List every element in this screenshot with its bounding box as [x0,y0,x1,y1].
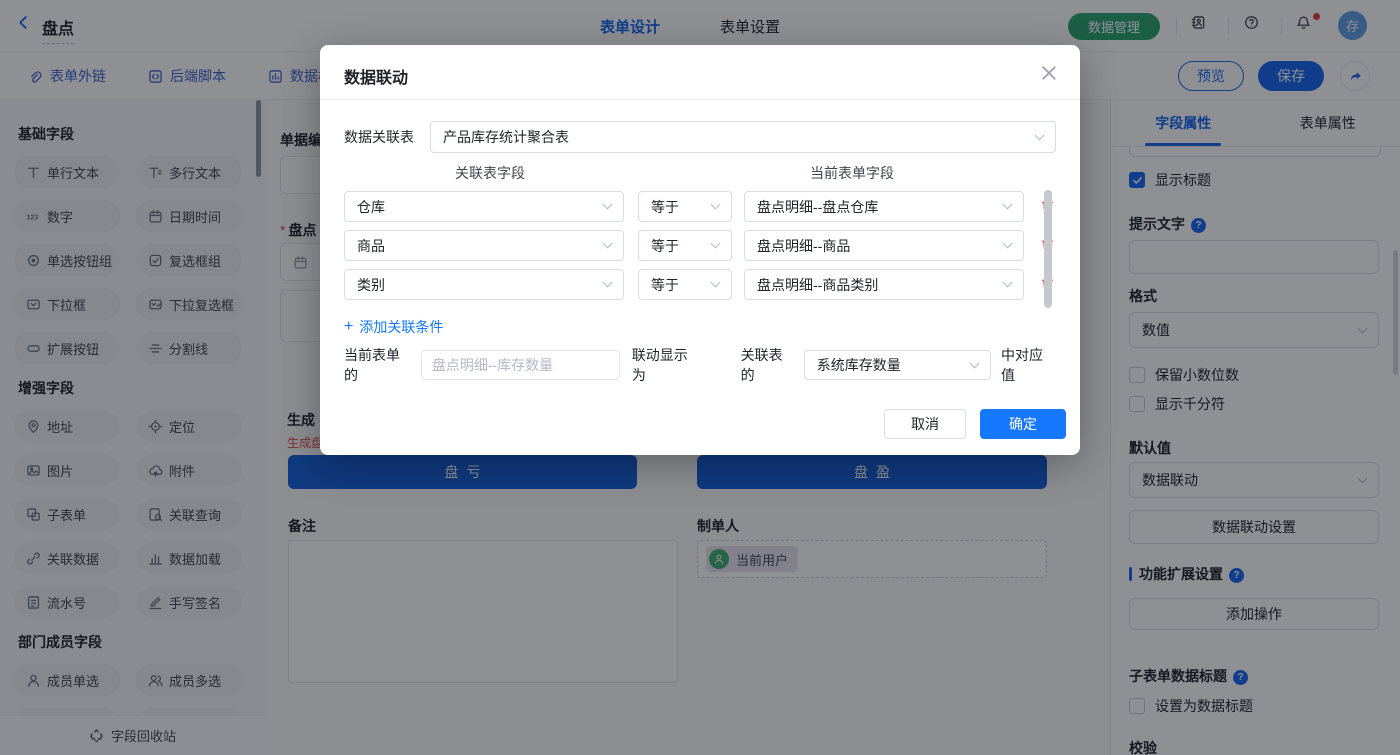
related-field-value: 系统库存数量 [817,355,901,375]
suffix-label: 中对应值 [1001,345,1056,385]
add-condition-label: 添加关联条件 [359,317,443,337]
condition-row: 商品 等于 盘点明细--商品 [344,230,1056,261]
conditions-scrollbar[interactable] [1044,190,1052,308]
condition-target-select[interactable]: 盘点明细--商品类别 [744,269,1024,300]
condition-target-value: 盘点明细--盘点仓库 [757,197,878,217]
chevron-down-icon [711,278,721,288]
condition-target-select[interactable]: 盘点明细--商品 [744,230,1024,261]
chevron-down-icon [603,278,613,288]
current-form-label: 当前表单的 [344,345,413,385]
chevron-down-icon [1003,239,1013,249]
linked-table-value: 产品库存统计聚合表 [443,127,569,147]
modal-title: 数据联动 [344,64,408,88]
related-field-select[interactable]: 系统库存数量 [804,350,991,380]
mapping-row: 当前表单的 盘点明细--库存数量 联动显示为 关联表的 系统库存数量 中对应值 [344,350,1056,380]
plus-icon: + [344,318,353,336]
chevron-down-icon [970,358,980,368]
condition-field-select[interactable]: 商品 [344,230,624,261]
condition-operator-select[interactable]: 等于 [638,269,732,300]
condition-field-select[interactable]: 仓库 [344,191,624,222]
chevron-down-icon [1035,130,1045,140]
chevron-down-icon [603,239,613,249]
condition-field-value: 商品 [357,236,385,256]
linked-table-select[interactable]: 产品库存统计聚合表 [430,121,1056,153]
close-icon[interactable] [1040,64,1058,82]
form-designer-app: 盘点 表单设计表单设置 数据管理 存 表单外链后端脚本数据权限 预览 保存 基础… [0,0,1400,755]
left-column-header: 关联表字段 [455,163,525,183]
linked-table-row: 数据关联表 产品库存统计聚合表 [344,121,1056,153]
linked-table-label: 数据关联表 [344,127,414,147]
cancel-button[interactable]: 取消 [884,409,966,439]
related-table-label: 关联表的 [741,345,796,385]
chevron-down-icon [711,200,721,210]
condition-rows: 仓库等于盘点明细--盘点仓库商品等于盘点明细--商品类别等于盘点明细--商品类别 [344,191,1056,308]
condition-target-select[interactable]: 盘点明细--盘点仓库 [744,191,1024,222]
condition-operator-select[interactable]: 等于 [638,230,732,261]
condition-row: 仓库 等于 盘点明细--盘点仓库 [344,191,1056,222]
chevron-down-icon [1003,200,1013,210]
condition-operator-value: 等于 [651,236,679,256]
condition-operator-select[interactable]: 等于 [638,191,732,222]
condition-row: 类别 等于 盘点明细--商品类别 [344,269,1056,300]
condition-operator-value: 等于 [651,275,679,295]
condition-field-value: 类别 [357,275,385,295]
add-condition-link[interactable]: + 添加关联条件 [344,317,443,337]
condition-field-select[interactable]: 类别 [344,269,624,300]
modal-header: 数据联动 [320,45,1080,100]
chevron-down-icon [603,200,613,210]
current-form-field-input[interactable]: 盘点明细--库存数量 [421,350,620,380]
condition-target-value: 盘点明细--商品类别 [757,275,878,295]
link-display-label: 联动显示为 [632,345,701,385]
condition-field-value: 仓库 [357,197,385,217]
chevron-down-icon [711,239,721,249]
chevron-down-icon [1003,278,1013,288]
confirm-button[interactable]: 确定 [980,409,1066,439]
data-linkage-modal: 数据联动 数据关联表 产品库存统计聚合表 关联表字段 当前表单字段 仓库等于盘点… [320,45,1080,455]
condition-target-value: 盘点明细--商品 [757,236,850,256]
modal-footer: 取消 确定 [884,409,1066,439]
right-column-header: 当前表单字段 [810,163,894,183]
condition-operator-value: 等于 [651,197,679,217]
